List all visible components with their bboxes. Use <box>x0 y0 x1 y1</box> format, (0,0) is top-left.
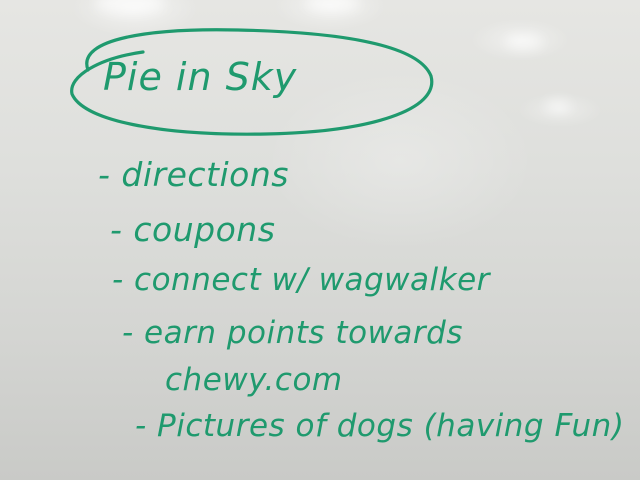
list-item: - coupons <box>110 210 276 249</box>
light-glare <box>95 0 165 14</box>
list-item: - Pictures of dogs (having Fun) <box>135 408 625 444</box>
board-title: Pie in Sky <box>103 55 298 99</box>
light-glare <box>545 100 571 112</box>
light-glare <box>305 0 360 12</box>
list-item-continuation: chewy.com <box>165 362 343 398</box>
list-item: - directions <box>98 155 289 194</box>
whiteboard: Pie in Sky - directions - coupons - conn… <box>0 0 640 480</box>
list-item: - earn points towards <box>122 315 463 351</box>
light-glare <box>505 35 543 49</box>
list-item: - connect w/ wagwalker <box>112 262 490 298</box>
